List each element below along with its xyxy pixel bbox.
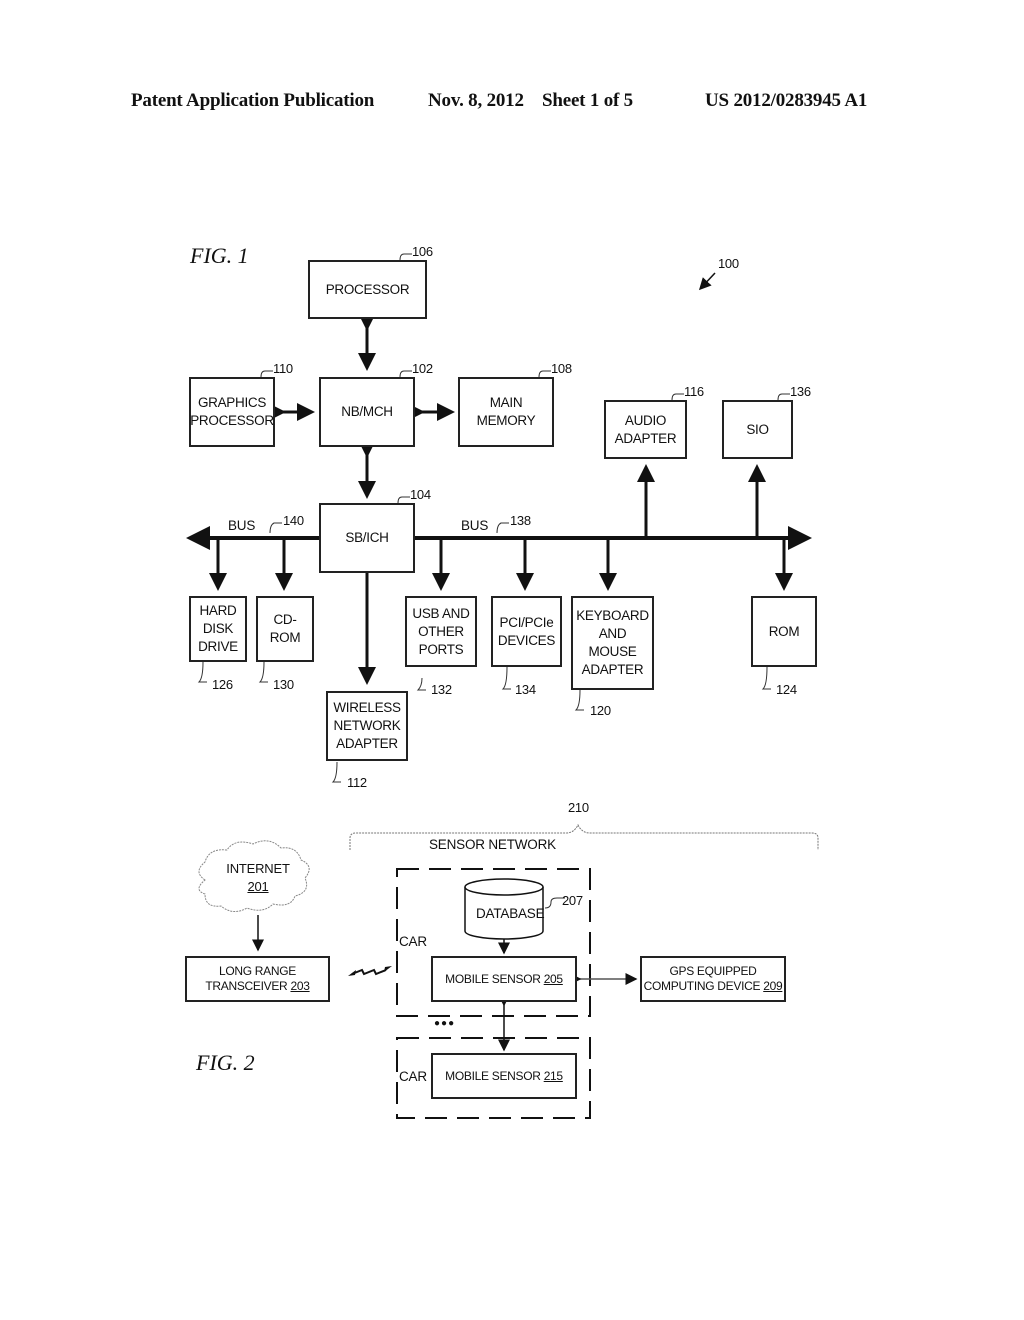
fig-2-title: FIG. 2 bbox=[196, 1050, 255, 1075]
graphics-processor-box: GRAPHICS PROCESSOR bbox=[189, 377, 275, 447]
ref-110: 110 bbox=[273, 361, 293, 376]
system-100-arrow bbox=[698, 272, 716, 291]
ref-215: 215 bbox=[543, 1068, 563, 1083]
main-memory-box: MAIN MEMORY bbox=[458, 377, 554, 447]
ref-leaders bbox=[197, 253, 790, 909]
pci-devices-box: PCI/PCIe DEVICES bbox=[491, 596, 562, 667]
car-2-label: CAR bbox=[399, 1069, 427, 1084]
ref-108: 108 bbox=[551, 361, 572, 376]
fig-1-title: FIG. 1 bbox=[190, 243, 249, 268]
system-ref-100: 100 bbox=[718, 256, 739, 271]
ref-209: 209 bbox=[763, 979, 783, 993]
bus-140-label: BUS bbox=[228, 518, 256, 533]
ref-120: 120 bbox=[590, 703, 611, 718]
internet-cloud: INTERNET 201 bbox=[226, 860, 290, 896]
ref-136: 136 bbox=[790, 384, 811, 399]
ref-102: 102 bbox=[412, 361, 433, 376]
mobile-sensor-215-box: MOBILE SENSOR 215 bbox=[431, 1053, 577, 1099]
ref-140: 140 bbox=[283, 513, 304, 528]
wireless-network-adapter-box: WIRELESS NETWORK ADAPTER bbox=[326, 691, 408, 761]
wireless-link-icon bbox=[348, 966, 392, 976]
long-range-transceiver-box: LONG RANGE TRANSCEIVER 203 bbox=[185, 956, 330, 1002]
audio-adapter-box: AUDIO ADAPTER bbox=[604, 400, 687, 459]
car-1-label: CAR bbox=[399, 934, 427, 949]
ref-210: 210 bbox=[568, 800, 589, 815]
ref-205: 205 bbox=[543, 971, 563, 986]
database-label: DATABASE bbox=[476, 906, 545, 921]
sb-ich-box: SB/ICH bbox=[319, 503, 415, 573]
sensor-network-brace bbox=[349, 823, 819, 850]
hard-disk-drive-box: HARD DISK DRIVE bbox=[189, 596, 247, 662]
ref-126: 126 bbox=[212, 677, 233, 692]
ref-116: 116 bbox=[684, 384, 704, 399]
rom-box: ROM bbox=[751, 596, 817, 667]
ref-132: 132 bbox=[431, 682, 452, 697]
processor-box: PROCESSOR bbox=[308, 260, 427, 319]
ref-134: 134 bbox=[515, 682, 536, 697]
sensor-network-label: SENSOR NETWORK bbox=[429, 837, 556, 852]
mobile-sensor-205-box: MOBILE SENSOR 205 bbox=[431, 956, 577, 1002]
sio-box: SIO bbox=[722, 400, 793, 459]
ref-201: 201 bbox=[247, 879, 269, 894]
ref-106: 106 bbox=[412, 244, 433, 259]
ref-138: 138 bbox=[510, 513, 531, 528]
ref-104: 104 bbox=[410, 487, 431, 502]
cd-rom-box: CD- ROM bbox=[256, 596, 314, 662]
gps-computing-device-box: GPS EQUIPPED COMPUTING DEVICE 209 bbox=[640, 956, 786, 1002]
keyboard-mouse-adapter-box: KEYBOARD AND MOUSE ADAPTER bbox=[571, 596, 654, 690]
ref-207: 207 bbox=[562, 893, 583, 908]
bus-138-label: BUS bbox=[461, 518, 489, 533]
ref-203: 203 bbox=[290, 979, 310, 993]
more-cars-ellipsis: ●●● bbox=[434, 1018, 456, 1029]
ref-130: 130 bbox=[273, 677, 294, 692]
ref-124: 124 bbox=[776, 682, 797, 697]
nb-mch-box: NB/MCH bbox=[319, 377, 415, 447]
internet-label: INTERNET bbox=[226, 861, 290, 876]
ref-112: 112 bbox=[347, 775, 367, 790]
usb-ports-box: USB AND OTHER PORTS bbox=[405, 596, 477, 667]
